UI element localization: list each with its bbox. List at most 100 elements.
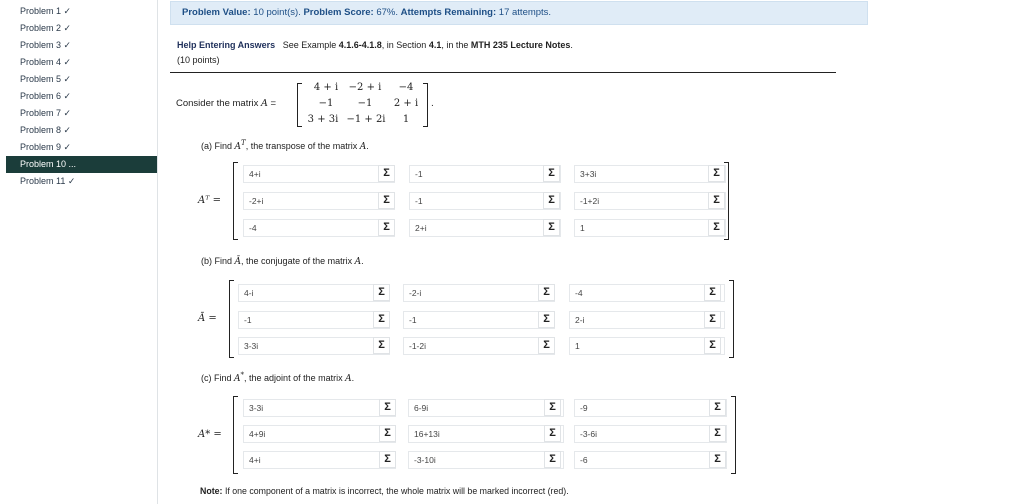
- sigma-icon[interactable]: Σ: [538, 284, 555, 301]
- sidebar-item-problem-1[interactable]: Problem 1 ✓: [6, 3, 157, 20]
- conjugate-field-r2c2[interactable]: -1: [403, 311, 555, 329]
- given-matrix-a: 4 + i −2 + i −4 −1 −1 2 + i 3 + 3i −1 + …: [297, 80, 567, 128]
- sidebar-item-problem-3[interactable]: Problem 3 ✓: [6, 37, 157, 54]
- consider-prefix: Consider the matrix: [176, 98, 259, 109]
- part-c-left-bracket: [233, 396, 238, 474]
- problem-value-label: Problem Value:: [182, 7, 251, 18]
- sigma-icon[interactable]: Σ: [709, 451, 726, 468]
- sigma-icon[interactable]: Σ: [709, 425, 726, 442]
- sigma-icon[interactable]: Σ: [538, 311, 555, 328]
- given-matrix-right-bracket: [423, 83, 428, 127]
- conjugate-field-r3c1[interactable]: 3-3i: [238, 337, 390, 355]
- sigma-icon[interactable]: Σ: [379, 425, 396, 442]
- part-c-prefix: (c) Find: [201, 373, 232, 383]
- adjoint-field-r3c2[interactable]: -3-10i: [408, 451, 564, 469]
- given-a-13: −4: [398, 82, 414, 93]
- sigma-icon[interactable]: Σ: [709, 399, 726, 416]
- part-b-label: (b) Find Ā, the conjugate of the matrix …: [201, 256, 364, 267]
- conjugate-field-r1c1[interactable]: 4-i: [238, 284, 390, 302]
- transpose-field-r1c3[interactable]: 3+3i: [574, 165, 726, 183]
- adjoint-field-r3c3[interactable]: -6: [574, 451, 727, 469]
- given-a-31: 3 + 3i: [307, 114, 339, 125]
- in-section-text: , in Section: [381, 40, 427, 50]
- conjugate-field-r2c1[interactable]: -1: [238, 311, 390, 329]
- sigma-icon[interactable]: Σ: [544, 451, 561, 468]
- part-b-end: .: [361, 256, 364, 266]
- sigma-icon[interactable]: Σ: [704, 311, 721, 328]
- conjugate-field-r3c3[interactable]: 1: [569, 337, 725, 355]
- sidebar-item-problem-7[interactable]: Problem 7 ✓: [6, 105, 157, 122]
- adjoint-field-r1c2[interactable]: 6-9i: [408, 399, 564, 417]
- sigma-icon[interactable]: Σ: [543, 165, 560, 182]
- sigma-icon[interactable]: Σ: [379, 399, 396, 416]
- part-a-prefix: (a) Find: [201, 141, 233, 151]
- part-c-lhs: A* =: [198, 429, 222, 440]
- given-a-32: −1 + 2i: [346, 114, 386, 125]
- problem-score-label: Problem Score:: [303, 7, 374, 18]
- sidebar-item-problem-2[interactable]: Problem 2 ✓: [6, 20, 157, 37]
- transpose-field-r3c2[interactable]: 2+i: [409, 219, 561, 237]
- part-a-suffix: , the transpose of the matrix: [245, 141, 358, 151]
- adjoint-field-r1c3[interactable]: -9: [574, 399, 727, 417]
- sidebar-item-problem-5[interactable]: Problem 5 ✓: [6, 71, 157, 88]
- sigma-icon[interactable]: Σ: [708, 219, 725, 236]
- sigma-icon[interactable]: Σ: [373, 311, 390, 328]
- transpose-field-r2c2[interactable]: -1: [409, 192, 561, 210]
- sigma-icon[interactable]: Σ: [378, 192, 395, 209]
- consider-statement: Consider the matrix A =: [176, 98, 276, 109]
- sigma-icon[interactable]: Σ: [544, 425, 561, 442]
- part-c-right-bracket: [731, 396, 736, 474]
- see-example-text: See Example: [282, 40, 337, 50]
- divider: [170, 72, 836, 73]
- sigma-icon[interactable]: Σ: [543, 219, 560, 236]
- section-ref: 4.1: [428, 40, 442, 50]
- conjugate-field-r3c2[interactable]: -1-2i: [403, 337, 555, 355]
- adjoint-field-r3c1[interactable]: 4+i: [243, 451, 396, 469]
- help-entering-answers-link[interactable]: Help Entering Answers: [177, 40, 275, 50]
- conjugate-field-r1c3[interactable]: -4: [569, 284, 725, 302]
- adjoint-field-r2c1[interactable]: 4+9i: [243, 425, 396, 443]
- adjoint-field-r2c2[interactable]: 16+13i: [408, 425, 564, 443]
- given-a-11: 4 + i: [313, 82, 339, 93]
- points-label: (10 points): [177, 55, 220, 65]
- sidebar-item-problem-11[interactable]: Problem 11 ✓: [6, 173, 157, 190]
- given-matrix-left-bracket: [297, 83, 302, 127]
- part-a-lhs: Aᵀ =: [198, 195, 221, 206]
- sigma-icon[interactable]: Σ: [708, 192, 725, 209]
- part-a-left-bracket: [233, 162, 238, 240]
- transpose-field-r2c3[interactable]: -1+2i: [574, 192, 726, 210]
- sigma-icon[interactable]: Σ: [544, 399, 561, 416]
- sigma-icon[interactable]: Σ: [373, 337, 390, 354]
- transpose-field-r2c1[interactable]: -2+i: [243, 192, 395, 210]
- sigma-icon[interactable]: Σ: [378, 219, 395, 236]
- transpose-field-r1c2[interactable]: -1: [409, 165, 561, 183]
- part-a-end: .: [366, 141, 369, 151]
- sigma-icon[interactable]: Σ: [373, 284, 390, 301]
- sigma-icon[interactable]: Σ: [704, 337, 721, 354]
- part-a-label: (a) Find AT, the transpose of the matrix…: [201, 139, 369, 152]
- problem-main: Problem Value: 10 point(s). Problem Scor…: [160, 0, 1024, 504]
- problem-score: 67%.: [376, 7, 398, 18]
- sigma-icon[interactable]: Σ: [704, 284, 721, 301]
- given-a-21: −1: [318, 98, 334, 109]
- sidebar-item-problem-10[interactable]: Problem 10 ...: [6, 156, 157, 173]
- conjugate-field-r2c3[interactable]: 2-i: [569, 311, 725, 329]
- sigma-icon[interactable]: Σ: [378, 165, 395, 182]
- sigma-icon[interactable]: Σ: [538, 337, 555, 354]
- sigma-icon[interactable]: Σ: [708, 165, 725, 182]
- sidebar-item-problem-8[interactable]: Problem 8 ✓: [6, 122, 157, 139]
- conjugate-field-r1c2[interactable]: -2-i: [403, 284, 555, 302]
- sidebar-item-problem-6[interactable]: Problem 6 ✓: [6, 88, 157, 105]
- transpose-field-r1c1[interactable]: 4+i: [243, 165, 395, 183]
- transpose-field-r3c1[interactable]: -4: [243, 219, 395, 237]
- consider-equals: =: [270, 98, 277, 109]
- help-line: Help Entering Answers See Example 4.1.6-…: [177, 40, 573, 50]
- sigma-icon[interactable]: Σ: [379, 451, 396, 468]
- adjoint-field-r1c1[interactable]: 3-3i: [243, 399, 396, 417]
- sidebar-item-problem-4[interactable]: Problem 4 ✓: [6, 54, 157, 71]
- note-text: If one component of a matrix is incorrec…: [224, 486, 569, 496]
- adjoint-field-r2c3[interactable]: -3-6i: [574, 425, 727, 443]
- sidebar-item-problem-9[interactable]: Problem 9 ✓: [6, 139, 157, 156]
- sigma-icon[interactable]: Σ: [543, 192, 560, 209]
- transpose-field-r3c3[interactable]: 1: [574, 219, 726, 237]
